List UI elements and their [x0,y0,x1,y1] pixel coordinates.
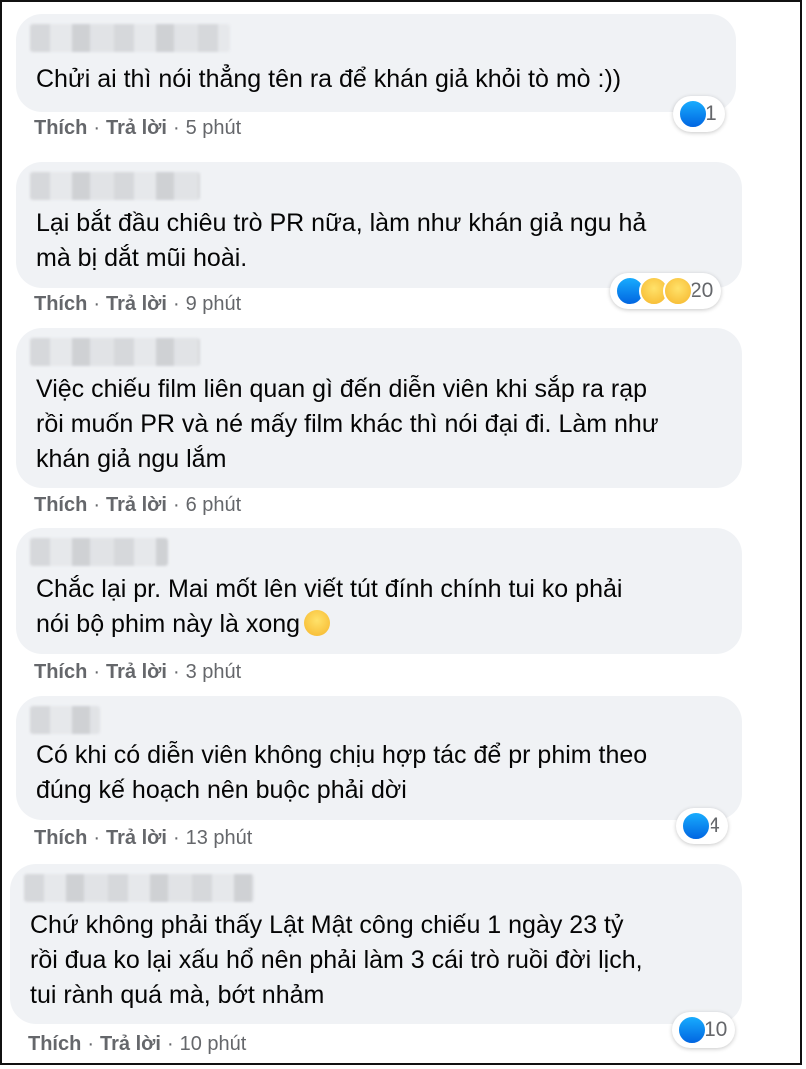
blurred-author-name [30,24,230,52]
reply-action[interactable]: Trả lời [106,117,167,139]
blurred-author-name [24,874,254,902]
comment-actions: Thích · Trả lời · 6 phút [34,494,242,516]
like-action[interactable]: Thích [34,293,87,315]
blurred-author-name [30,172,200,200]
like-action[interactable]: Thích [28,1033,81,1055]
comment-text-content: Chắc lại pr. Mai mốt lên viết tút đính c… [36,575,623,638]
comment-actions: Thích · Trả lời · 3 phút [34,661,242,683]
timestamp: 9 phút [185,293,242,315]
reaction-count: 10 [704,1018,728,1041]
comment-text: Chửi ai thì nói thẳng tên ra để khán giả… [36,65,622,93]
reaction-summary[interactable]: 4 [676,808,728,844]
comment-text: Có khi có diễn viên không chịu hợp tác đ… [36,741,648,804]
timestamp: 6 phút [185,494,242,516]
reply-action[interactable]: Trả lời [100,1033,161,1055]
comment-actions: Thích · Trả lời · 5 phút [34,117,242,139]
comment-bubble: Chửi ai thì nói thẳng tên ra để khán giả… [16,14,736,112]
blurred-author-name [30,338,200,366]
like-action[interactable]: Thích [34,827,87,849]
reply-action[interactable]: Trả lời [106,293,167,315]
timestamp: 13 phút [185,827,253,849]
reaction-count: 20 [690,279,714,302]
timestamp: 5 phút [185,117,242,139]
like-action[interactable]: Thích [34,661,87,683]
comment-actions: Thích · Trả lời · 13 phút [34,827,253,849]
comment-text: Chắc lại pr. Mai mốt lên viết tút đính c… [36,572,718,642]
comment-actions: Thích · Trả lời · 9 phút [34,293,242,315]
comment-bubble: Việc chiếu film liên quan gì đến diễn vi… [16,328,742,488]
comment-bubble: Lại bắt đầu chiêu trò PR nữa, làm như kh… [16,162,742,288]
comment-bubble: Có khi có diễn viên không chịu hợp tác đ… [16,696,742,820]
sad-icon [663,276,693,306]
like-icon [678,99,708,129]
blurred-author-name [30,706,100,734]
laughing-tears-emoji-icon [304,610,331,636]
reply-action[interactable]: Trả lời [106,494,167,516]
reply-action[interactable]: Trả lời [106,661,167,683]
comment-bubble: Chắc lại pr. Mai mốt lên viết tút đính c… [16,528,742,654]
like-icon [677,1015,707,1045]
reaction-summary[interactable]: 1 [673,96,725,132]
like-icon [681,811,711,841]
comment-actions: Thích · Trả lời · 10 phút [28,1033,247,1055]
like-action[interactable]: Thích [34,494,87,516]
timestamp: 10 phút [179,1033,247,1055]
timestamp: 3 phút [185,661,242,683]
reply-action[interactable]: Trả lời [106,827,167,849]
comment-text: Việc chiếu film liên quan gì đến diễn vi… [36,375,659,473]
comment-bubble: Chứ không phải thấy Lật Mật công chiếu 1… [10,864,742,1024]
like-action[interactable]: Thích [34,117,87,139]
comment-text: Chứ không phải thấy Lật Mật công chiếu 1… [30,911,643,1009]
blurred-author-name [30,538,168,566]
comment-text: Lại bắt đầu chiêu trò PR nữa, làm như kh… [36,209,647,272]
reaction-summary[interactable]: 20 [610,273,722,309]
reaction-summary[interactable]: 10 [672,1012,736,1048]
